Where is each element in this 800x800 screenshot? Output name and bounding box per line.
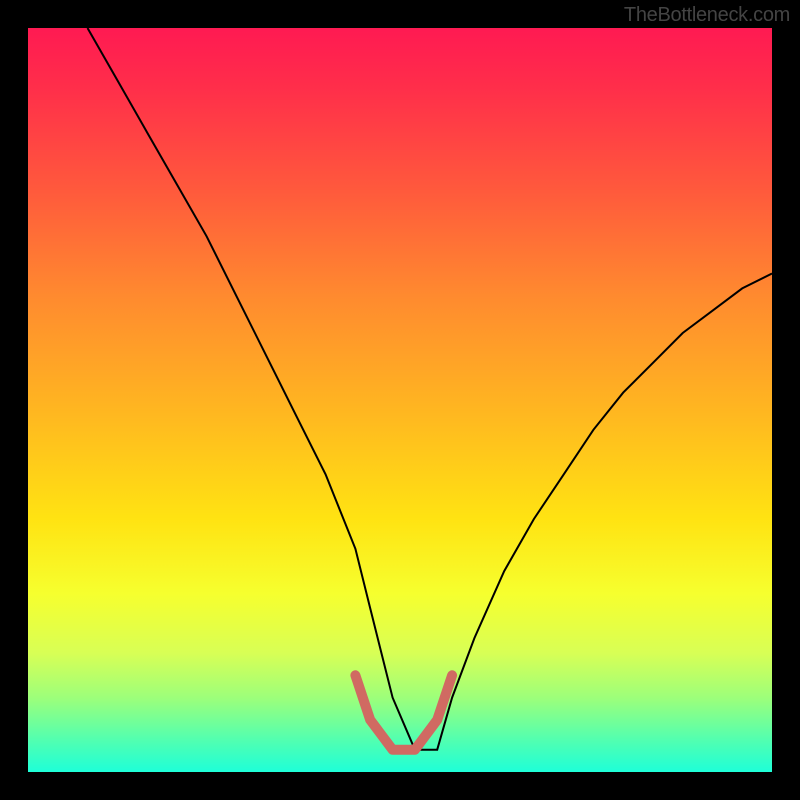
watermark-label: TheBottleneck.com	[624, 4, 790, 27]
gradient-background	[28, 28, 772, 772]
frame: TheBottleneck.com	[0, 0, 800, 800]
plot-area	[28, 28, 772, 772]
